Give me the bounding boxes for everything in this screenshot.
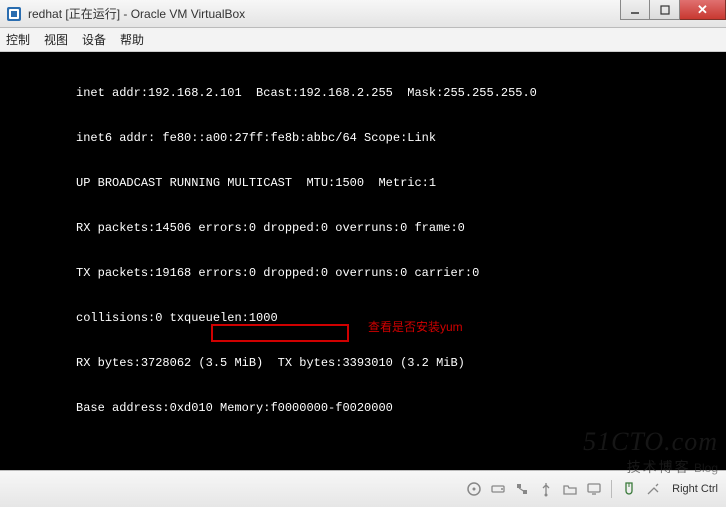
minimize-button[interactable] (620, 0, 650, 20)
terminal-line: inet6 addr: fe80::a00:27ff:fe8b:abbc/64 … (4, 131, 722, 146)
terminal-output[interactable]: inet addr:192.168.2.101 Bcast:192.168.2.… (0, 52, 726, 470)
menu-view[interactable]: 视图 (44, 31, 68, 48)
status-separator (611, 480, 612, 498)
annotation-text: 查看是否安装yum (368, 320, 463, 335)
window-titlebar: redhat [正在运行] - Oracle VM VirtualBox ✕ (0, 0, 726, 28)
menu-help[interactable]: 帮助 (120, 31, 144, 48)
terminal-line: inet addr:192.168.2.101 Bcast:192.168.2.… (4, 86, 722, 101)
host-key-icon[interactable] (644, 480, 662, 498)
shared-folder-icon[interactable] (561, 480, 579, 498)
terminal-line: TX packets:19168 errors:0 dropped:0 over… (4, 266, 722, 281)
mouse-integration-icon[interactable] (620, 480, 638, 498)
network-icon[interactable] (513, 480, 531, 498)
menu-bar: 控制 视图 设备 帮助 (0, 28, 726, 52)
status-bar: Right Ctrl (0, 470, 726, 507)
terminal-line: RX packets:14506 errors:0 dropped:0 over… (4, 221, 722, 236)
close-button[interactable]: ✕ (680, 0, 726, 20)
disc-icon[interactable] (465, 480, 483, 498)
virtualbox-icon (6, 6, 22, 22)
menu-devices[interactable]: 设备 (82, 31, 106, 48)
menu-control[interactable]: 控制 (6, 31, 30, 48)
terminal-line: UP BROADCAST RUNNING MULTICAST MTU:1500 … (4, 176, 722, 191)
terminal-line: collisions:0 txqueuelen:1000 (4, 311, 722, 326)
maximize-button[interactable] (650, 0, 680, 20)
terminal-line: RX bytes:3728062 (3.5 MiB) TX bytes:3393… (4, 356, 722, 371)
usb-icon[interactable] (537, 480, 555, 498)
terminal-line: Base address:0xd010 Memory:f0000000-f002… (4, 401, 722, 416)
window-title: redhat [正在运行] - Oracle VM VirtualBox (28, 5, 245, 22)
command-highlight-box (211, 324, 349, 342)
host-key-label: Right Ctrl (672, 483, 718, 495)
hard-disk-icon[interactable] (489, 480, 507, 498)
display-icon[interactable] (585, 480, 603, 498)
window-controls: ✕ (620, 0, 726, 20)
